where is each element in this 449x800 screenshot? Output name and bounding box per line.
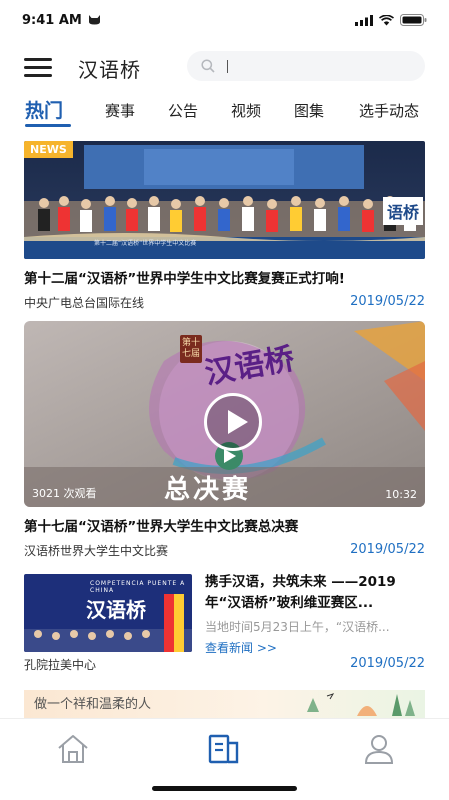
app-title: 汉语桥 [78, 58, 141, 82]
video-thumbnail: 第十七届 汉语桥 总决赛 3021 次观看 10:32 [24, 321, 425, 507]
status-time: 9:41 AM [22, 13, 82, 28]
poster-seal: 第十七届 [180, 335, 202, 363]
promo-banner[interactable]: 做一个祥和温柔的人 [24, 690, 425, 718]
video-duration: 10:32 [385, 488, 417, 501]
video-date: 2019/05/22 [350, 542, 425, 557]
news-source: 中央广电总台国际在线 [24, 296, 145, 310]
thumbnail-banner: COMPETENCIA PUENTE A CHINA [90, 580, 186, 594]
news-image: NEWS 第十二届“汉语桥”世界中学生中文比赛 语桥 [24, 141, 425, 259]
search-cursor [227, 60, 228, 73]
video-source: 汉语桥世界大学生中文比赛 [24, 544, 169, 558]
promo-text: 做一个祥和温柔的人 [34, 697, 152, 712]
video-title[interactable]: 第十七届“汉语桥”世界大学生中文比赛总决赛 [24, 515, 425, 535]
news-thumbnail: COMPETENCIA PUENTE A CHINA 汉语桥 [24, 574, 192, 652]
tab-videos[interactable]: 视频 [231, 100, 261, 121]
status-icons [355, 14, 427, 26]
play-button[interactable] [204, 393, 262, 451]
stage-caption: 第十二届“汉语桥”世界中学生中文比赛 [94, 240, 197, 247]
tab-player-news[interactable]: 选手动态 [359, 100, 419, 121]
search-input[interactable] [223, 56, 413, 76]
profile-icon[interactable] [362, 733, 396, 765]
news-badge: NEWS [24, 141, 73, 158]
news-icon[interactable] [207, 733, 241, 765]
home-icon[interactable] [56, 733, 90, 765]
cat-icon [89, 15, 100, 25]
thumbnail-logo: 汉语桥 [86, 598, 146, 622]
signal-icon [355, 14, 373, 26]
status-bar: 9:41 AM [0, 0, 449, 40]
home-indicator [152, 786, 297, 791]
tab-hot[interactable]: 热门 [25, 96, 63, 123]
wifi-icon [379, 14, 394, 25]
news-date: 2019/05/22 [350, 294, 425, 309]
tab-events[interactable]: 赛事 [105, 100, 135, 121]
active-tab-indicator [25, 124, 71, 127]
view-news-link[interactable]: 查看新闻 >> [205, 639, 277, 656]
news-source: 孔院拉美中心 [24, 658, 97, 672]
news-title[interactable]: 携手汉语，共筑未来 ——2019年“汉语桥”玻利维亚赛区... [205, 572, 427, 614]
menu-icon[interactable] [24, 56, 52, 78]
news-summary: 当地时间5月23日上午，“汉语桥... [205, 620, 390, 634]
stage-logo: 语桥 [382, 197, 423, 225]
tab-galleries[interactable]: 图集 [294, 100, 324, 121]
battery-icon [400, 14, 427, 26]
news-title[interactable]: 第十二届“汉语桥”世界中学生中文比赛复赛正式打响! [24, 267, 425, 287]
app-header: 汉语桥 [0, 44, 449, 90]
news-card[interactable]: NEWS 第十二届“汉语桥”世界中学生中文比赛 语桥 第十二届“汉语桥”世界中学… [24, 141, 425, 311]
category-tabs: 热门 赛事 公告 视频 图集 选手动态 [0, 96, 449, 130]
promo-illustration [307, 693, 415, 716]
view-count: 3021 次观看 [32, 487, 97, 500]
video-card[interactable]: 第十七届 汉语桥 总决赛 3021 次观看 10:32 第十七届“汉语桥”世界大… [24, 321, 425, 559]
search-box[interactable] [187, 51, 425, 81]
news-list-item[interactable]: COMPETENCIA PUENTE A CHINA 汉语桥 孔院拉美中心 携手… [24, 570, 427, 672]
tab-announcements[interactable]: 公告 [168, 100, 198, 121]
search-icon [201, 59, 215, 73]
poster-text: 总决赛 [164, 475, 252, 505]
news-date: 2019/05/22 [350, 656, 425, 671]
